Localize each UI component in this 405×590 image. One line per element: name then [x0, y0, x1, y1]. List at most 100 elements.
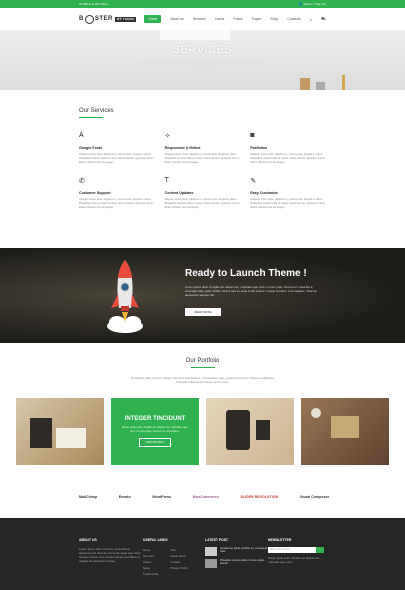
brands-row: MailChimp Envato WordPress WooCommerce S… [79, 495, 329, 499]
footer-newsletter-title: NEWSLETTER [268, 538, 292, 542]
main-nav: Home About us Services Cases Prices Page… [144, 15, 326, 23]
nav-contacts[interactable]: Contacts [287, 17, 300, 21]
brand-logo: Visual Composer [299, 495, 329, 499]
brand-logo: WooCommerce [192, 495, 219, 499]
pencil-icon: ✎ [250, 178, 257, 185]
logo-tag: WP THEME [114, 16, 137, 22]
font-icon: A [79, 132, 84, 139]
footer-about-title: ABOUT US [79, 538, 97, 542]
footer-link[interactable]: Testimonials [143, 571, 158, 577]
mockup-bag-image [226, 410, 250, 450]
portfolio-item-featured[interactable]: INTEGER TINCIDUNT Donec pede justo, frin… [111, 398, 199, 465]
camera-icon: ◙ [250, 132, 255, 139]
footer-newsletter: NEWSLETTER Enter your email... › Donec p… [268, 538, 328, 590]
rocket-icon [107, 260, 143, 333]
mockup-tag-image [256, 420, 270, 440]
footer-latest-title: LATEST POST [205, 538, 229, 542]
services-grid: A Google Fonts Aliquam lorem ante, dapib… [79, 132, 326, 210]
service-item: ✎ Easy Customize Aliquam lorem ante, dap… [250, 177, 326, 210]
text-icon: T [164, 177, 169, 184]
footer: ABOUT US Lorem ipsum dolor sit amet, con… [0, 518, 405, 590]
service-title[interactable]: Content Updates [165, 191, 241, 195]
service-text: Aliquam lorem ante, dapibus in, viverra … [164, 198, 241, 209]
service-item: T Content Updates Aliquam lorem ante, da… [165, 177, 241, 210]
footer-latest: LATEST POST Aenean leo ligula, porttitor… [205, 538, 268, 590]
newsletter-email-input[interactable]: Enter your email... [268, 547, 316, 553]
portfolio-intro: Sit aliquam tellus at enim. Integer ante… [130, 376, 275, 384]
cart-icon[interactable]: ⛟ [321, 16, 326, 22]
latest-post[interactable]: Phasellus viverra nulla ut metus varius … [205, 559, 268, 568]
logo-text-right: STER [94, 16, 113, 22]
hero-banner: SERVICES Donec Quam Felis, Ultricies Nec… [0, 30, 405, 90]
footer-about-text: Lorem ipsum dolor sit amet, consectetuer… [79, 547, 142, 563]
mockup-paper-image [331, 416, 359, 438]
service-text: Aliquam lorem ante, dapibus in, viverra … [79, 198, 155, 209]
service-title[interactable]: Portfolios [250, 146, 326, 150]
read-more-button[interactable]: READ MORE [185, 308, 221, 316]
view-project-button[interactable]: VIEW PROJECT [139, 438, 171, 448]
nav-shop[interactable]: Shop [270, 17, 278, 21]
footer-links-col: Tour Latest News Contact Privacy Policy [170, 547, 187, 577]
service-title[interactable]: Google Fonts [79, 146, 155, 150]
service-text: Aliquam lorem ante, dapibus in, viverra … [250, 153, 326, 164]
brand-logo: Envato [118, 495, 131, 499]
nav-prices[interactable]: Prices [233, 17, 242, 21]
hero-subtitle: Donec Quam Felis, Ultricies Nec, Pellent… [143, 59, 262, 68]
post-title: Phasellus viverra nulla ut metus varius … [220, 559, 265, 566]
service-item: ✆ Customer Support Aliquam lorem ante, d… [79, 177, 155, 210]
nav-about[interactable]: About us [170, 17, 183, 21]
portfolio-grid: INTEGER TINCIDUNT Donec pede justo, frin… [16, 398, 389, 465]
services-title: Our Services [79, 108, 114, 114]
launch-title: Ready to Launch Theme ! [185, 268, 307, 279]
newsletter-submit-button[interactable]: › [316, 547, 324, 553]
hero-pencil-image [342, 75, 345, 90]
brand-logo: SLIDER REVOLUTION [240, 495, 279, 499]
newsletter-text: Donec pede justo, fringilla vel, aliquet… [268, 556, 321, 564]
topbar-contact: ✉ Willow to Win Mers [79, 2, 108, 6]
launch-banner: Ready to Launch Theme ! Lorem ipsum dolo… [0, 248, 405, 343]
logo-ring-icon [84, 14, 94, 24]
footer-links-columns: Home Services Career News Testimonials T… [143, 547, 205, 577]
latest-post[interactable]: Aenean leo ligula, porttitor eu, consequ… [205, 547, 268, 556]
newsletter-form: Enter your email... › [268, 547, 328, 553]
nav-services[interactable]: Services [193, 17, 206, 21]
feature-text: Donec pede justo, fringilla vel, aliquet… [121, 425, 189, 433]
portfolio-item-bag[interactable] [206, 398, 294, 465]
portfolio-title: Our Portfolio [185, 358, 220, 364]
service-title[interactable]: Easy Customize [250, 191, 326, 195]
service-title[interactable]: Responsive & Retina [165, 146, 241, 150]
search-icon[interactable]: ⌕ [310, 17, 312, 22]
service-item: ✧ Responsive & Retina Aliquam lorem ante… [165, 132, 241, 165]
footer-about: ABOUT US Lorem ipsum dolor sit amet, con… [79, 538, 143, 590]
nav-cases[interactable]: Cases [215, 17, 225, 21]
brand-logo: WordPress [152, 495, 172, 499]
phone-icon: ✆ [79, 178, 85, 185]
service-title[interactable]: Customer Support [79, 191, 155, 195]
title-underline [190, 367, 215, 368]
service-text: Aliquam lorem ante, dapibus in, viverra … [250, 198, 326, 209]
hero-jar-image [300, 78, 310, 90]
post-thumbnail [205, 547, 217, 556]
footer-links: USEFUL LINKS Home Services Career News T… [143, 538, 205, 590]
header: B STER WP THEME Home About us Services C… [0, 8, 405, 30]
portfolio-item-stationery[interactable] [16, 398, 104, 465]
portfolio-section: Our Portfolio Sit aliquam tellus at enim… [0, 358, 405, 465]
service-text: Aliquam lorem ante, dapibus in, viverra … [79, 153, 155, 164]
services-section: Our Services A Google Fonts Aliquam lore… [0, 90, 405, 210]
logo-text-left: B [79, 16, 84, 22]
footer-links-col: Home Services Career News Testimonials [143, 547, 158, 577]
signin-link[interactable]: 👤 Sign In / Sign Up [299, 2, 326, 6]
logo[interactable]: B STER WP THEME [79, 14, 137, 24]
mockup-card-image [56, 428, 86, 448]
brand-logo: MailChimp [79, 495, 98, 499]
footer-link[interactable]: Privacy Policy [170, 565, 187, 571]
magic-icon: ✧ [164, 133, 171, 140]
service-item: ◙ Portfolios Aliquam lorem ante, dapibus… [250, 132, 326, 165]
nav-pages[interactable]: Pages [252, 17, 262, 21]
post-title: Aenean leo ligula, porttitor eu, consequ… [220, 547, 268, 554]
nav-home[interactable]: Home [144, 15, 162, 23]
top-bar: ✉ Willow to Win Mers 👤 Sign In / Sign Up [0, 0, 405, 8]
portfolio-item-desk[interactable] [301, 398, 389, 465]
mockup-cup-image [311, 408, 321, 418]
footer-links-title: USEFUL LINKS [143, 538, 168, 542]
